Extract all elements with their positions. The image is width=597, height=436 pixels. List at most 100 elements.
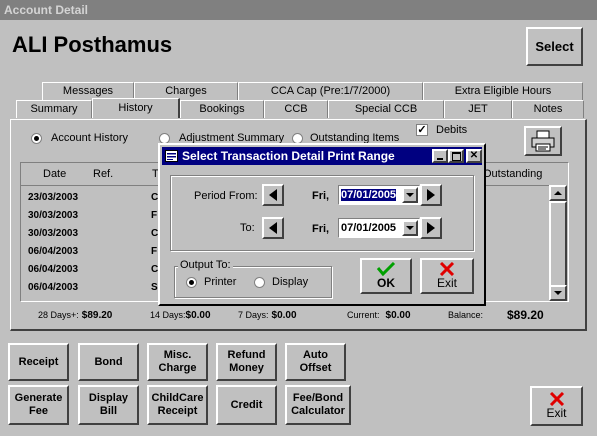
arrow-right-icon <box>427 189 435 201</box>
radio-display-label: Display <box>272 276 309 288</box>
arrow-left-icon <box>269 222 277 234</box>
dialog-title: Select Transaction Detail Print Range <box>182 149 395 163</box>
dialog-exit-button[interactable]: Exit <box>420 258 474 294</box>
radio-indicator[interactable] <box>186 276 197 288</box>
totals-bar: 28 Days+: $89.20 14 Days:$0.00 7 Days: $0.… <box>20 306 569 326</box>
receipt-button[interactable]: Receipt <box>8 343 69 381</box>
radio-indicator[interactable] <box>159 132 170 144</box>
grid-scrollbar[interactable] <box>549 185 567 301</box>
patient-name: ALI Posthamus <box>12 32 173 57</box>
col-header-ref: Ref. <box>93 168 114 180</box>
col-header-outstanding: Outstanding <box>483 168 543 180</box>
misc-charge-button[interactable]: Misc. Charge <box>147 343 208 381</box>
radio-indicator[interactable] <box>292 132 303 144</box>
debits-label: Debits <box>436 124 468 136</box>
checkmark-icon <box>376 262 396 276</box>
days7-label: 7 Days: <box>238 310 269 320</box>
tab-summary[interactable]: Summary <box>16 100 92 118</box>
radio-printer[interactable]: Printer <box>186 276 236 288</box>
to-day: Fri, <box>312 223 330 235</box>
table-row[interactable]: 30/03/2003 F <box>28 210 157 221</box>
check-icon[interactable]: ✓ <box>416 124 428 136</box>
dialog-titlebar: Select Transaction Detail Print Range ✕ <box>162 147 482 165</box>
days7-value: $0.00 <box>271 310 297 321</box>
refund-money-button[interactable]: Refund Money <box>216 343 277 381</box>
select-button[interactable]: Select <box>526 27 583 66</box>
radio-indicator[interactable] <box>254 276 265 288</box>
close-icon: ✕ <box>469 150 479 161</box>
days28-value: $89.20 <box>81 310 113 321</box>
tab-bookings[interactable]: Bookings <box>180 100 264 118</box>
to-label: To: <box>240 222 255 234</box>
close-button[interactable]: ✕ <box>466 149 482 163</box>
current-label: Current: <box>347 310 380 320</box>
radio-display[interactable]: Display <box>254 276 308 288</box>
tab-ccb[interactable]: CCB <box>264 100 328 118</box>
radio-indicator[interactable] <box>31 132 42 144</box>
bond-button[interactable]: Bond <box>78 343 139 381</box>
table-row[interactable]: 06/04/2003 C <box>28 264 158 275</box>
app-icon <box>165 150 178 162</box>
table-row[interactable]: 30/03/2003 C <box>28 228 158 239</box>
tab-cca-cap[interactable]: CCA Cap (Pre:1/7/2000) <box>238 82 423 100</box>
from-day: Fri, <box>312 190 330 202</box>
print-range-dialog: Select Transaction Detail Print Range ✕ … <box>158 143 486 306</box>
minimize-button[interactable] <box>432 149 448 163</box>
days14-label: 14 Days: <box>150 310 186 320</box>
generate-fee-button[interactable]: Generate Fee <box>8 385 69 425</box>
to-next-button[interactable] <box>420 217 442 239</box>
days28-label: 28 Days+: <box>38 310 79 320</box>
table-row[interactable]: 06/04/2003 S <box>28 282 158 293</box>
to-date-value[interactable]: 07/01/2005 <box>341 222 396 234</box>
arrow-up-icon <box>554 191 562 195</box>
display-bill-button[interactable]: Display Bill <box>78 385 139 425</box>
radio-printer-label: Printer <box>204 276 237 288</box>
from-date-field[interactable]: 07/01/2005 <box>338 185 420 205</box>
table-row[interactable]: 23/03/2003 C <box>28 192 158 203</box>
scroll-thumb[interactable] <box>549 201 567 287</box>
tab-special-ccb[interactable]: Special CCB <box>328 100 444 118</box>
balance-value: $89.20 <box>507 308 544 322</box>
balance-label: Balance: <box>448 310 484 320</box>
tab-history[interactable]: History <box>92 98 180 118</box>
window-title: Account Detail <box>0 0 597 20</box>
minimize-icon <box>437 158 443 160</box>
arrow-right-icon <box>427 222 435 234</box>
ok-label: OK <box>377 276 395 290</box>
auto-offset-button[interactable]: Auto Offset <box>285 343 346 381</box>
to-date-dropdown[interactable] <box>402 220 418 236</box>
current-value: $0.00 <box>385 310 411 321</box>
debits-checkbox[interactable]: ✓ Debits <box>416 124 467 136</box>
exit-button[interactable]: Exit <box>530 386 583 426</box>
maximize-icon <box>451 152 461 161</box>
table-row[interactable]: 06/04/2003 F <box>28 246 157 257</box>
fee-bond-calculator-button[interactable]: Fee/Bond Calculator <box>285 385 351 425</box>
chevron-down-icon <box>406 226 414 230</box>
from-prev-button[interactable] <box>262 184 284 206</box>
tab-notes[interactable]: Notes <box>512 100 584 118</box>
output-to-label: Output To: <box>178 259 233 271</box>
radio-account-history[interactable]: Account History <box>31 132 128 144</box>
scroll-down-button[interactable] <box>549 285 567 301</box>
to-prev-button[interactable] <box>262 217 284 239</box>
tab-extra-eligible-hours[interactable]: Extra Eligible Hours <box>423 82 583 100</box>
to-date-field[interactable]: 07/01/2005 <box>338 218 420 238</box>
arrow-left-icon <box>269 189 277 201</box>
days14-value: $0.00 <box>185 310 211 321</box>
childcare-receipt-button[interactable]: ChildCare Receipt <box>147 385 208 425</box>
close-x-icon <box>549 392 564 406</box>
scroll-up-button[interactable] <box>549 185 567 201</box>
dialog-exit-label: Exit <box>436 276 457 290</box>
chevron-down-icon <box>406 193 414 197</box>
print-button[interactable] <box>524 126 562 156</box>
maximize-button[interactable] <box>448 149 464 163</box>
period-from-label: Period From: <box>194 190 258 202</box>
credit-button[interactable]: Credit <box>216 385 277 425</box>
exit-label: Exit <box>546 406 567 420</box>
from-next-button[interactable] <box>420 184 442 206</box>
from-date-value[interactable]: 07/01/2005 <box>341 189 397 201</box>
from-date-dropdown[interactable] <box>402 187 418 203</box>
ok-button[interactable]: OK <box>360 258 412 294</box>
close-x-icon <box>439 262 455 276</box>
tab-jet[interactable]: JET <box>444 100 512 118</box>
